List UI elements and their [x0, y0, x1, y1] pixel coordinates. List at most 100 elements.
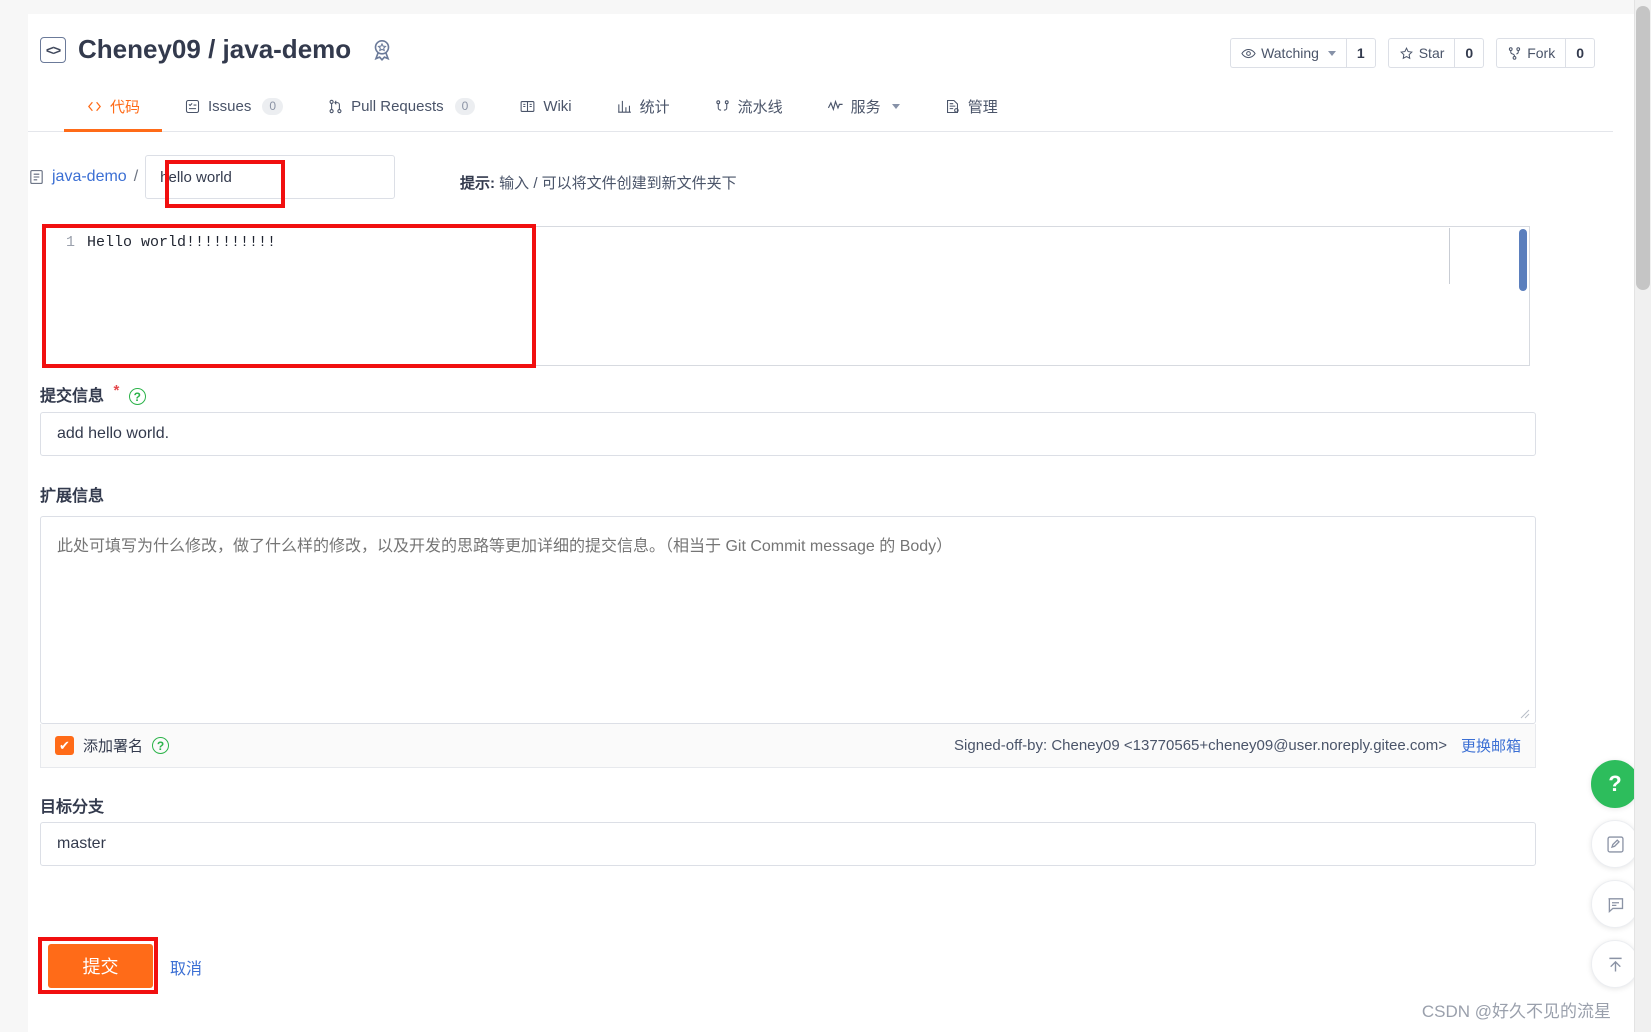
tab-services[interactable]: 服务: [805, 84, 922, 132]
repo-owner[interactable]: Cheney09: [78, 34, 201, 64]
signoff-bar: ✔ 添加署名 ? Signed-off-by: Cheney09 <137705…: [40, 724, 1536, 768]
eye-icon: [1241, 48, 1256, 58]
tab-statistics-label: 统计: [639, 99, 670, 116]
file-doc-icon: [28, 168, 45, 186]
commit-message-label: 提交信息 * ?: [40, 382, 146, 406]
star-icon: [1399, 46, 1413, 59]
signoff-info: Signed-off-by: Cheney09 <13770565+cheney…: [954, 735, 1521, 756]
target-branch-label-text: 目标分支: [40, 799, 105, 816]
activity-icon: [827, 98, 844, 115]
repo-nav: 代码 Issues 0 Pull Requests 0 Wiki 统计 流水线 …: [28, 84, 1613, 132]
code-line-text[interactable]: Hello world!!!!!!!!!!: [87, 234, 276, 251]
file-path-row: java-demo /: [28, 155, 396, 199]
page-scrollbar-track[interactable]: [1634, 0, 1651, 1032]
csdn-watermark: CSDN @好久不见的流星: [1421, 1002, 1611, 1021]
settings-doc-icon: [944, 98, 961, 115]
star-button-group[interactable]: Star 0: [1387, 38, 1485, 68]
chevron-down-icon[interactable]: [1327, 50, 1336, 56]
code-icon: [86, 98, 103, 115]
tab-pipeline[interactable]: 流水线: [692, 84, 805, 132]
tab-wiki[interactable]: Wiki: [497, 84, 593, 132]
edit-pencil-icon[interactable]: [1591, 820, 1639, 868]
submit-button[interactable]: 提交: [48, 944, 153, 988]
issue-list-icon: [184, 98, 201, 115]
star-count: 0: [1454, 38, 1485, 68]
extended-message-label-text: 扩展信息: [40, 488, 105, 505]
help-question-icon[interactable]: ?: [1591, 760, 1639, 808]
help-glyph: ?: [1608, 771, 1622, 796]
fork-button-group[interactable]: Fork 0: [1496, 38, 1595, 68]
tab-pull-requests[interactable]: Pull Requests 0: [305, 84, 497, 132]
extended-message-textarea[interactable]: [40, 516, 1536, 724]
extended-message-label: 扩展信息: [40, 482, 104, 506]
page-scrollbar-thumb[interactable]: [1636, 6, 1650, 290]
comment-bubble-icon[interactable]: [1591, 880, 1639, 928]
change-email-link[interactable]: 更换邮箱: [1461, 735, 1521, 756]
tab-pull-requests-label: Pull Requests: [351, 98, 444, 115]
tab-issues-count: 0: [262, 98, 284, 115]
code-editor[interactable]: 1 Hello world!!!!!!!!!!: [44, 226, 1530, 366]
watch-button[interactable]: Watching: [1230, 38, 1346, 68]
code-brackets-icon: <>: [40, 36, 66, 63]
pipeline-icon: [714, 98, 731, 115]
add-signature-label: 添加署名: [83, 738, 144, 755]
repo-name-text[interactable]: java-demo: [223, 34, 352, 64]
path-hint: 提示: 输入 / 可以将文件创建到新文件夹下: [460, 172, 737, 193]
repo-actions: Watching 1 Star 0 Fork 0: [1218, 38, 1595, 68]
tab-pull-requests-count: 0: [454, 98, 476, 115]
commit-message-input[interactable]: [40, 412, 1536, 456]
chevron-down-icon[interactable]: [891, 104, 900, 109]
book-icon: [519, 98, 536, 115]
page-root: <> Cheney09 / java-demo Watching 1 Star …: [0, 0, 1651, 1032]
cancel-link[interactable]: 取消: [170, 955, 202, 979]
star-button[interactable]: Star: [1387, 38, 1455, 68]
line-number: 1: [65, 234, 75, 251]
fork-icon: [1509, 46, 1521, 60]
tab-services-label: 服务: [850, 99, 881, 116]
watch-label: Watching: [1261, 45, 1319, 61]
repo-name-separator: /: [208, 34, 216, 64]
code-editor-line: 1 Hello world!!!!!!!!!!: [45, 227, 1529, 251]
floating-action-rail: ?: [1591, 760, 1639, 988]
tab-code-label: 代码: [110, 99, 141, 116]
tab-wiki-label: Wiki: [543, 98, 572, 115]
tab-code[interactable]: 代码: [64, 84, 163, 132]
target-branch-input[interactable]: [40, 822, 1536, 866]
fork-button[interactable]: Fork: [1496, 38, 1566, 68]
editor-ruler: [1449, 228, 1450, 284]
signoff-checkbox-group[interactable]: ✔ 添加署名 ?: [55, 735, 170, 756]
question-circle-icon[interactable]: ?: [128, 388, 146, 406]
fork-label: Fork: [1527, 45, 1556, 61]
star-label: Star: [1418, 45, 1445, 61]
tab-issues-label: Issues: [208, 98, 252, 115]
breadcrumb-separator: /: [133, 168, 139, 185]
watch-button-group[interactable]: Watching 1: [1230, 38, 1376, 68]
repo-title: <> Cheney09 / java-demo: [40, 34, 395, 65]
filename-input[interactable]: [145, 155, 396, 199]
repo-full-name: Cheney09 / java-demo: [78, 34, 351, 65]
tab-manage[interactable]: 管理: [922, 84, 1020, 132]
tab-manage-label: 管理: [967, 99, 998, 116]
commit-message-label-text: 提交信息: [40, 388, 105, 405]
add-signature-checkbox[interactable]: ✔: [55, 736, 74, 755]
pull-request-icon: [327, 98, 344, 115]
fork-count: 0: [1565, 38, 1595, 68]
path-hint-text: 输入 / 可以将文件创建到新文件夹下: [495, 175, 737, 192]
checkmark-icon: ✔: [59, 737, 70, 753]
award-badge-icon: [369, 37, 395, 63]
tab-issues[interactable]: Issues 0: [162, 84, 305, 132]
tab-statistics[interactable]: 统计: [594, 84, 692, 132]
editor-scrollbar[interactable]: [1519, 229, 1527, 291]
scroll-to-top-icon[interactable]: [1591, 940, 1639, 988]
breadcrumb-repo-link[interactable]: java-demo: [52, 168, 127, 186]
top-strip: [0, 0, 1651, 14]
textarea-resize-handle[interactable]: [1518, 706, 1530, 719]
chart-bar-icon: [616, 98, 633, 115]
target-branch-label: 目标分支: [40, 793, 104, 817]
path-hint-label: 提示:: [460, 175, 495, 192]
signed-off-by-text: Signed-off-by: Cheney09 <13770565+cheney…: [954, 737, 1447, 754]
left-gutter: [0, 0, 28, 1032]
question-circle-icon[interactable]: ?: [152, 737, 170, 754]
watch-count: 1: [1345, 38, 1376, 68]
tab-pipeline-label: 流水线: [737, 99, 783, 116]
